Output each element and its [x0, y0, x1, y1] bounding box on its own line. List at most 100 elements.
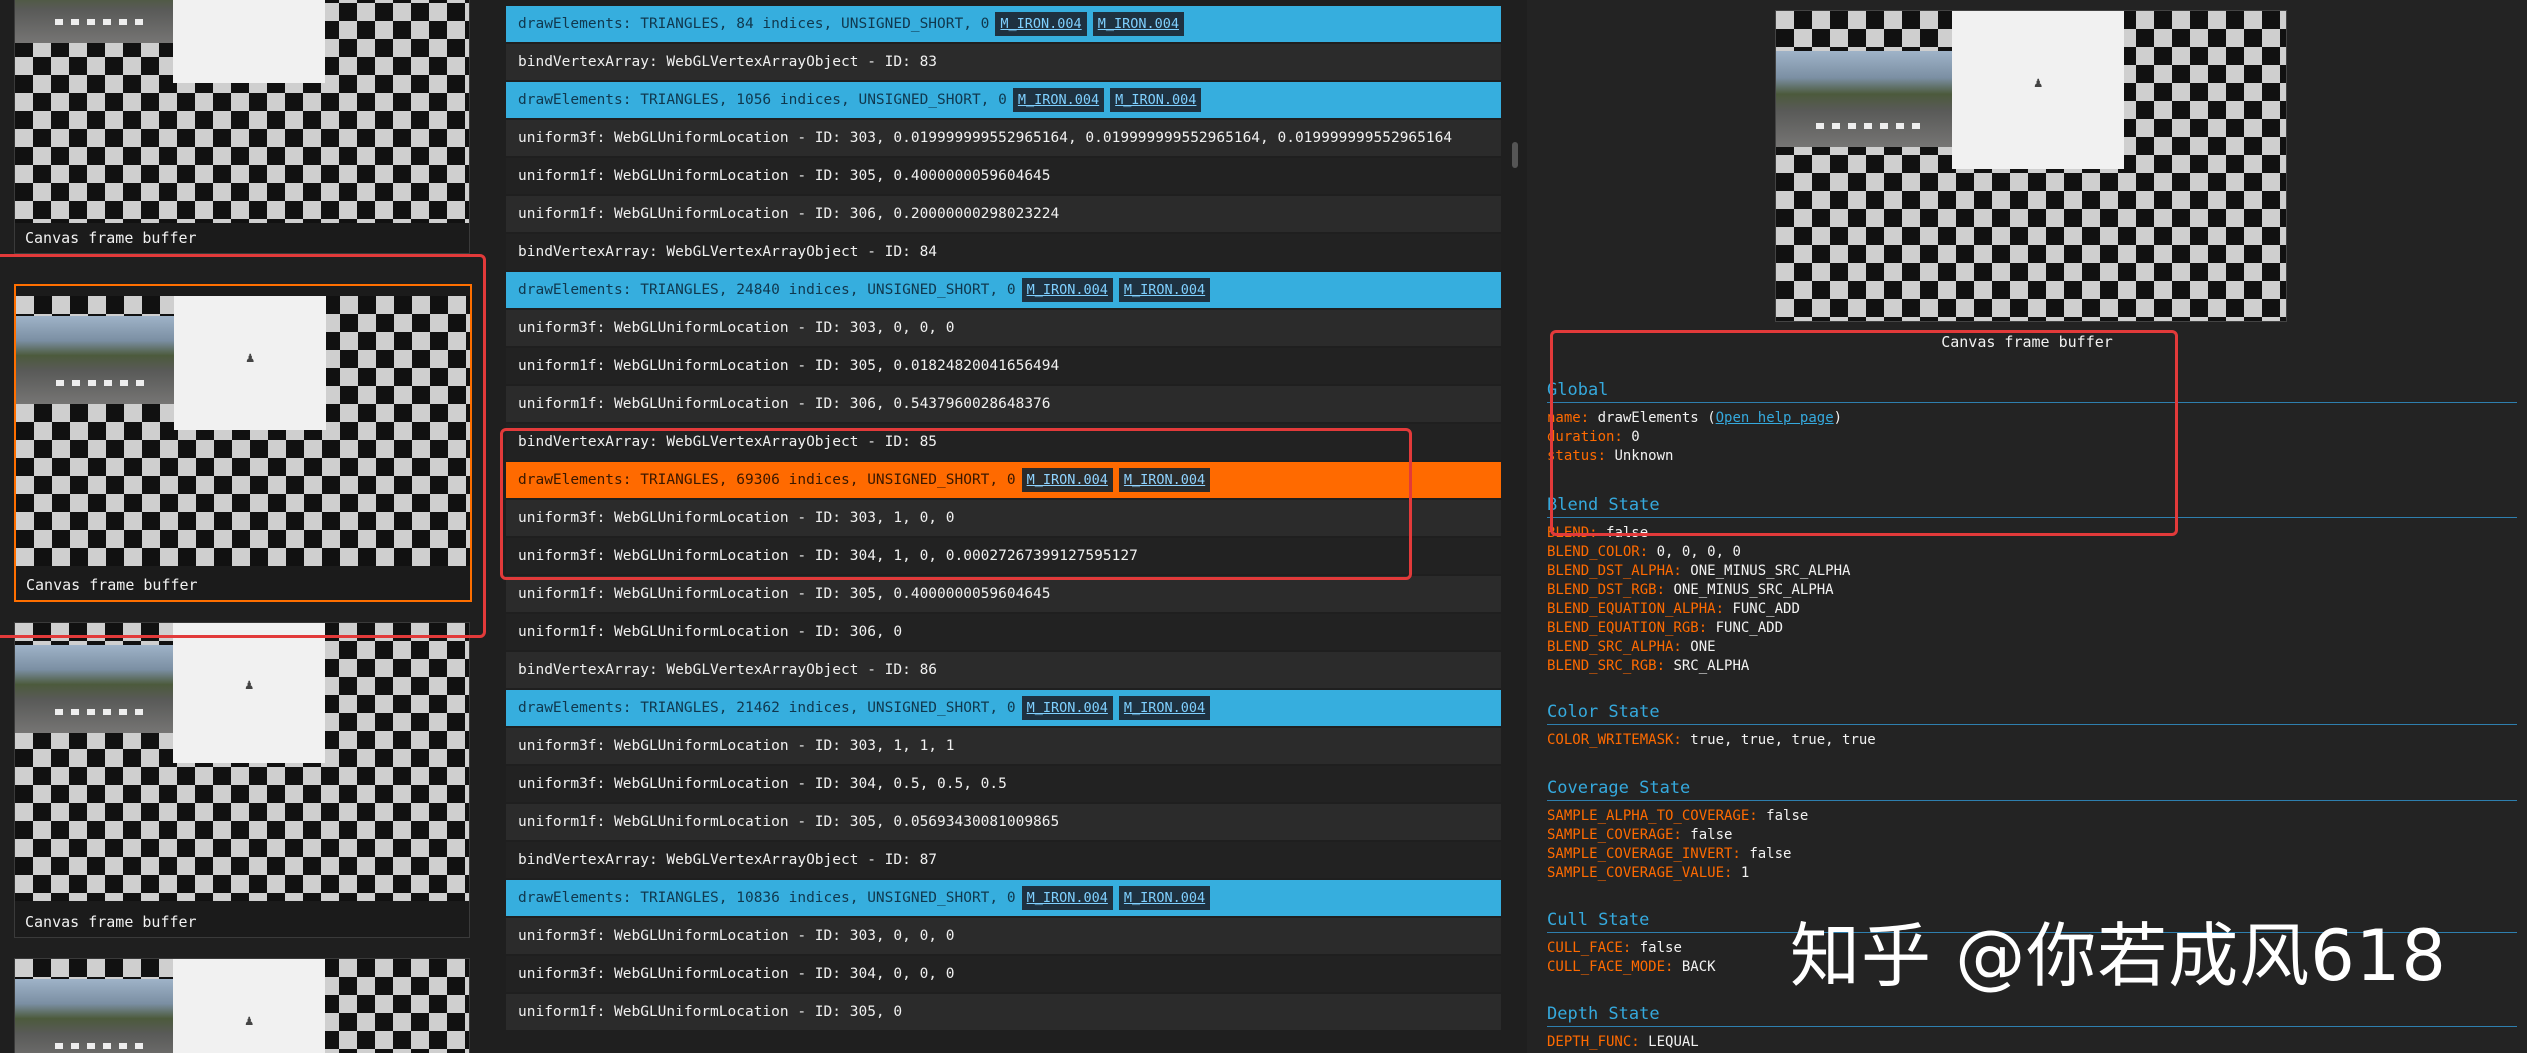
command-text: uniform1f: WebGLUniformLocation - ID: 30… — [518, 358, 1060, 374]
material-link[interactable]: M_IRON.004 — [1118, 886, 1211, 910]
command-row[interactable]: drawElements: TRIANGLES, 1056 indices, U… — [506, 82, 1501, 118]
blend-state-section: Blend State BLEND: false BLEND_COLOR: 0, 0… — [1547, 495, 2517, 676]
frame-preview-image — [1775, 10, 2287, 322]
command-text: bindVertexArray: WebGLVertexArrayObject … — [518, 434, 938, 450]
state-value: SRC_ALPHA — [1673, 658, 1750, 674]
state-value: false — [1606, 525, 1649, 541]
overlay-image — [173, 623, 325, 763]
state-row: BLEND: false — [1547, 524, 2517, 543]
global-section: Global name: drawElements (Open help pag… — [1547, 380, 2517, 466]
material-link[interactable]: M_IRON.004 — [995, 12, 1087, 36]
command-row[interactable]: uniform1f: WebGLUniformLocation - ID: 30… — [506, 614, 1501, 650]
command-text: uniform3f: WebGLUniformLocation - ID: 30… — [518, 776, 1007, 792]
command-row[interactable]: bindVertexArray: WebGLVertexArrayObject … — [506, 424, 1501, 460]
state-row: SAMPLE_COVERAGE: false — [1547, 826, 2517, 845]
command-row[interactable]: uniform1f: WebGLUniformLocation - ID: 30… — [506, 348, 1501, 384]
state-row: COLOR_WRITEMASK: true, true, true, true — [1547, 731, 2517, 750]
command-row[interactable]: drawElements: TRIANGLES, 21462 indices, … — [506, 690, 1501, 726]
command-row[interactable]: bindVertexArray: WebGLVertexArrayObject … — [506, 44, 1501, 80]
state-key: SAMPLE_COVERAGE: — [1547, 827, 1682, 843]
material-link[interactable]: M_IRON.004 — [1021, 278, 1113, 302]
section-title: Depth State — [1547, 1004, 2517, 1027]
command-row[interactable]: uniform3f: WebGLUniformLocation - ID: 30… — [506, 728, 1501, 764]
preview-label: Canvas frame buffer — [1941, 333, 2113, 351]
command-row[interactable]: uniform1f: WebGLUniformLocation - ID: 30… — [506, 576, 1501, 612]
command-row-selected[interactable]: drawElements: TRIANGLES, 69306 indices, … — [506, 462, 1501, 498]
command-row[interactable]: uniform1f: WebGLUniformLocation - ID: 30… — [506, 158, 1501, 194]
inspector-panel: Canvas frame buffer Global name: drawEle… — [1527, 0, 2527, 1053]
overlay-image — [173, 0, 325, 83]
command-text: bindVertexArray: WebGLVertexArrayObject … — [518, 244, 938, 260]
global-duration-row: duration: 0 — [1547, 429, 1640, 445]
state-key: BLEND_COLOR: — [1547, 544, 1649, 560]
section-title: Color State — [1547, 702, 2517, 725]
command-row[interactable]: uniform3f: WebGLUniformLocation - ID: 30… — [506, 538, 1501, 574]
command-row[interactable]: uniform3f: WebGLUniformLocation - ID: 30… — [506, 500, 1501, 536]
command-row[interactable]: bindVertexArray: WebGLVertexArrayObject … — [506, 652, 1501, 688]
frame-thumbnail-list[interactable]: Canvas frame buffer Canvas frame buffer … — [0, 0, 484, 1053]
state-key: BLEND_SRC_ALPHA: — [1547, 639, 1682, 655]
state-row: SAMPLE_COVERAGE_INVERT: false — [1547, 845, 2517, 864]
thumbnail-frame-selected[interactable]: Canvas frame buffer — [14, 284, 472, 602]
command-row[interactable]: drawElements: TRIANGLES, 24840 indices, … — [506, 272, 1501, 308]
thumbnail-label: Canvas frame buffer — [25, 229, 197, 247]
command-text: uniform1f: WebGLUniformLocation - ID: 30… — [518, 396, 1051, 412]
command-text: uniform3f: WebGLUniformLocation - ID: 30… — [518, 320, 955, 336]
road-image — [15, 645, 173, 733]
command-text: drawElements: TRIANGLES, 69306 indices, … — [518, 472, 1016, 488]
state-row: BLEND_SRC_ALPHA: ONE — [1547, 638, 2517, 657]
state-row: SAMPLE_COVERAGE_VALUE: 1 — [1547, 864, 2517, 883]
material-link[interactable]: M_IRON.004 — [1110, 88, 1202, 112]
state-value: false — [1690, 827, 1733, 843]
command-row[interactable]: uniform3f: WebGLUniformLocation - ID: 30… — [506, 918, 1501, 954]
thumbnail-frame[interactable]: Canvas frame buffer — [14, 0, 470, 254]
state-value: ONE_MINUS_SRC_ALPHA — [1673, 582, 1834, 598]
state-key: BLEND: — [1547, 525, 1598, 541]
command-row[interactable]: uniform1f: WebGLUniformLocation - ID: 30… — [506, 196, 1501, 232]
open-help-page-link[interactable]: Open help page — [1716, 410, 1834, 426]
state-value: false — [1766, 808, 1809, 824]
state-value: false — [1749, 846, 1792, 862]
command-row[interactable]: uniform3f: WebGLUniformLocation - ID: 30… — [506, 766, 1501, 802]
command-row[interactable]: bindVertexArray: WebGLVertexArrayObject … — [506, 234, 1501, 270]
command-row[interactable]: uniform1f: WebGLUniformLocation - ID: 30… — [506, 386, 1501, 422]
command-row[interactable]: uniform1f: WebGLUniformLocation - ID: 30… — [506, 804, 1501, 840]
state-row: BLEND_DST_ALPHA: ONE_MINUS_SRC_ALPHA — [1547, 562, 2517, 581]
coverage-state-section: Coverage State SAMPLE_ALPHA_TO_COVERAGE: … — [1547, 778, 2517, 883]
material-link[interactable]: M_IRON.004 — [1021, 886, 1113, 910]
state-row: BLEND_EQUATION_ALPHA: FUNC_ADD — [1547, 600, 2517, 619]
material-link[interactable]: M_IRON.004 — [1012, 88, 1105, 112]
command-row[interactable]: drawElements: TRIANGLES, 84 indices, UNS… — [506, 6, 1501, 42]
material-link[interactable]: M_IRON.004 — [1118, 696, 1211, 720]
state-key: CULL_FACE: — [1547, 940, 1632, 956]
command-text: uniform3f: WebGLUniformLocation - ID: 30… — [518, 738, 955, 754]
state-key: CULL_FACE_MODE: — [1547, 959, 1674, 975]
material-link[interactable]: M_IRON.004 — [1118, 468, 1211, 492]
material-link[interactable]: M_IRON.004 — [1021, 468, 1113, 492]
global-name-row: name: drawElements (Open help page) — [1547, 410, 1843, 426]
state-value: FUNC_ADD — [1732, 601, 1800, 617]
road-image — [15, 0, 173, 43]
command-list[interactable]: drawElements: TRIANGLES, 84 indices, UNS… — [488, 0, 1518, 1053]
material-link[interactable]: M_IRON.004 — [1092, 12, 1184, 36]
command-row[interactable]: uniform3f: WebGLUniformLocation - ID: 30… — [506, 310, 1501, 346]
command-text: uniform1f: WebGLUniformLocation - ID: 30… — [518, 814, 1060, 830]
command-row[interactable]: bindVertexArray: WebGLVertexArrayObject … — [506, 842, 1501, 878]
state-row: DEPTH_FUNC: LEQUAL — [1547, 1033, 2517, 1052]
command-row[interactable]: uniform3f: WebGLUniformLocation - ID: 30… — [506, 956, 1501, 992]
material-link[interactable]: M_IRON.004 — [1118, 278, 1211, 302]
thumbnail-frame[interactable] — [14, 958, 470, 1053]
material-link[interactable]: M_IRON.004 — [1021, 696, 1113, 720]
command-text: bindVertexArray: WebGLVertexArrayObject … — [518, 662, 938, 678]
thumbnail-frame[interactable]: Canvas frame buffer — [14, 622, 470, 938]
state-value: BACK — [1681, 959, 1716, 975]
section-title: Blend State — [1547, 495, 2517, 518]
command-row[interactable]: uniform1f: WebGLUniformLocation - ID: 30… — [506, 994, 1501, 1030]
command-text: drawElements: TRIANGLES, 84 indices, UNS… — [518, 16, 990, 32]
color-state-section: Color State COLOR_WRITEMASK: true, true, … — [1547, 702, 2517, 750]
command-list-scrollbar[interactable] — [1512, 142, 1518, 168]
command-text: uniform1f: WebGLUniformLocation - ID: 30… — [518, 586, 1051, 602]
road-image — [15, 979, 173, 1053]
command-row[interactable]: drawElements: TRIANGLES, 10836 indices, … — [506, 880, 1501, 916]
command-row[interactable]: uniform3f: WebGLUniformLocation - ID: 30… — [506, 120, 1501, 156]
